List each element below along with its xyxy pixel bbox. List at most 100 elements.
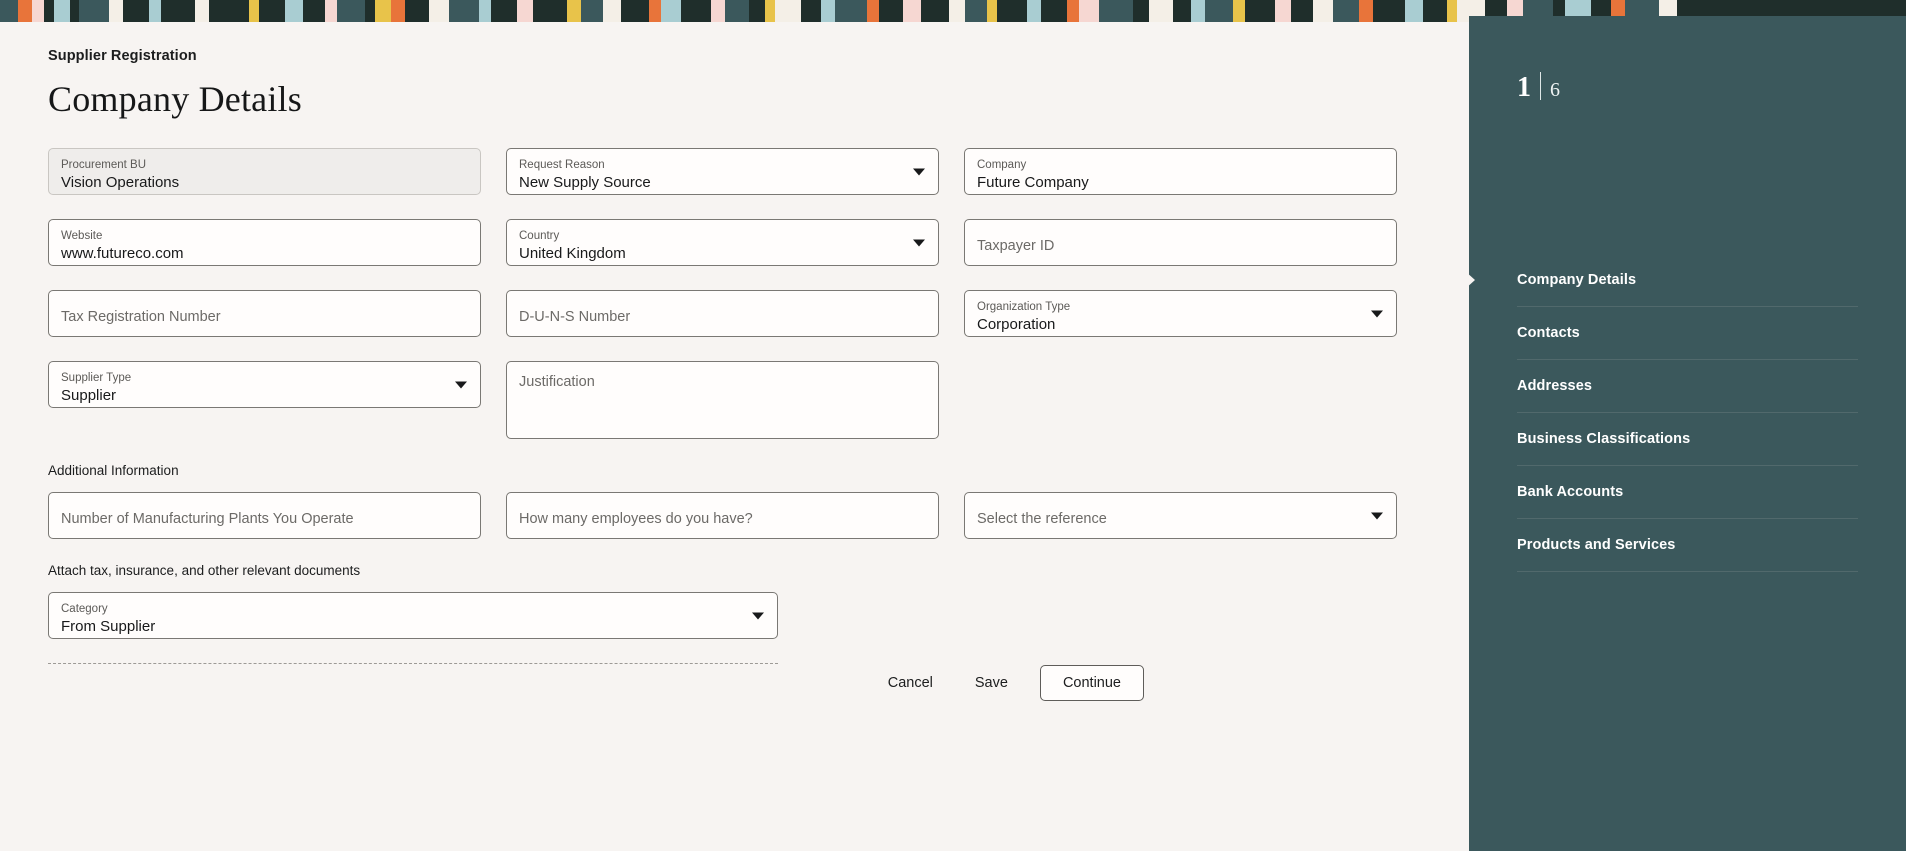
tax_registration_number-field[interactable]: Tax Registration Number bbox=[48, 290, 481, 337]
banner-block-3 bbox=[44, 0, 54, 22]
sidebar-item-bank-accounts[interactable]: Bank Accounts bbox=[1517, 466, 1858, 519]
form-col-spacer bbox=[964, 361, 1397, 439]
form-actions: Cancel Save Continue bbox=[870, 665, 1144, 701]
supplier_type-field[interactable]: Supplier Type Supplier bbox=[48, 361, 481, 408]
banner-block-8 bbox=[123, 0, 149, 22]
website-value: www.futureco.com bbox=[61, 245, 184, 262]
step-divider bbox=[1540, 72, 1541, 100]
sidebar-item-company-details[interactable]: Company Details bbox=[1465, 254, 1858, 307]
chevron-down-icon[interactable] bbox=[1371, 310, 1383, 317]
sidebar-item-contacts[interactable]: Contacts bbox=[1517, 307, 1858, 360]
taxpayer_id-placeholder: Taxpayer ID bbox=[977, 237, 1055, 254]
banner-block-31 bbox=[603, 0, 621, 22]
banner-block-58 bbox=[1149, 0, 1173, 22]
form-col-taxpayer_id: Taxpayer ID bbox=[964, 219, 1397, 266]
banner-block-24 bbox=[449, 0, 479, 22]
banner-block-2 bbox=[32, 0, 44, 22]
category-field[interactable]: Category From Supplier bbox=[48, 592, 778, 639]
banner-block-22 bbox=[405, 0, 429, 22]
sidebar-item-label: Bank Accounts bbox=[1517, 484, 1624, 500]
company-field[interactable]: Company Future Company bbox=[964, 148, 1397, 195]
chevron-down-icon[interactable] bbox=[1371, 512, 1383, 519]
taxpayer_id-field[interactable]: Taxpayer ID bbox=[964, 219, 1397, 266]
country-field[interactable]: Country United Kingdom bbox=[506, 219, 939, 266]
manufacturing_plants-field[interactable]: Number of Manufacturing Plants You Opera… bbox=[48, 492, 481, 539]
banner-block-64 bbox=[1275, 0, 1291, 22]
banner-block-48 bbox=[949, 0, 965, 22]
banner-block-71 bbox=[1423, 0, 1447, 22]
banner-block-67 bbox=[1333, 0, 1359, 22]
attachment-category-row: Category From Supplier bbox=[48, 592, 1469, 639]
banner-block-50 bbox=[987, 0, 997, 22]
sidebar-item-products-and-services[interactable]: Products and Services bbox=[1517, 519, 1858, 572]
continue-button[interactable]: Continue bbox=[1039, 665, 1144, 701]
banner-block-66 bbox=[1313, 0, 1333, 22]
country-value: United Kingdom bbox=[519, 245, 626, 262]
sidebar-item-business-classifications[interactable]: Business Classifications bbox=[1517, 413, 1858, 466]
company-value: Future Company bbox=[977, 174, 1089, 191]
banner-block-13 bbox=[249, 0, 259, 22]
banner-block-4 bbox=[54, 0, 70, 22]
banner-block-40 bbox=[775, 0, 801, 22]
sidebar-item-addresses[interactable]: Addresses bbox=[1517, 360, 1858, 413]
cancel-button[interactable]: Cancel bbox=[870, 666, 951, 700]
chevron-down-icon[interactable] bbox=[752, 612, 764, 619]
attachment-dropzone[interactable] bbox=[48, 663, 778, 664]
justification-placeholder: Justification bbox=[519, 374, 595, 390]
form-col-request_reason: Request Reason New Supply Source bbox=[506, 148, 939, 195]
banner-block-63 bbox=[1245, 0, 1275, 22]
chevron-down-icon[interactable] bbox=[455, 381, 467, 388]
additional-row-0: Number of Manufacturing Plants You Opera… bbox=[48, 492, 1469, 539]
banner-block-38 bbox=[749, 0, 765, 22]
banner-block-7 bbox=[109, 0, 123, 22]
banner-block-69 bbox=[1373, 0, 1405, 22]
banner-block-33 bbox=[649, 0, 661, 22]
form-col-company: Company Future Company bbox=[964, 148, 1397, 195]
form-col-procurement_bu: Procurement BU Vision Operations bbox=[48, 148, 481, 195]
reference-field[interactable]: Select the reference bbox=[964, 492, 1397, 539]
website-field[interactable]: Website www.futureco.com bbox=[48, 219, 481, 266]
form-col-supplier_type: Supplier Type Supplier bbox=[48, 361, 481, 439]
banner-block-44 bbox=[867, 0, 879, 22]
request_reason-field[interactable]: Request Reason New Supply Source bbox=[506, 148, 939, 195]
banner-block-35 bbox=[681, 0, 711, 22]
banner-block-26 bbox=[491, 0, 517, 22]
banner-block-70 bbox=[1405, 0, 1423, 22]
banner-block-11 bbox=[195, 0, 209, 22]
form-row-2: Tax Registration Number D-U-N-S Number Org… bbox=[48, 290, 1469, 337]
current-step: 1 bbox=[1517, 72, 1531, 103]
banner-block-68 bbox=[1359, 0, 1373, 22]
banner-block-21 bbox=[391, 0, 405, 22]
banner-block-45 bbox=[879, 0, 903, 22]
website-label: Website bbox=[61, 230, 103, 242]
supplier-registration-page: Supplier Registration Company Details Pr… bbox=[0, 0, 1906, 851]
form-col-tax_registration_number: Tax Registration Number bbox=[48, 290, 481, 337]
chevron-down-icon[interactable] bbox=[913, 239, 925, 246]
banner-block-61 bbox=[1205, 0, 1233, 22]
page-header: Supplier Registration Company Details bbox=[0, 22, 1469, 120]
save-button[interactable]: Save bbox=[957, 666, 1026, 700]
chevron-down-icon[interactable] bbox=[913, 168, 925, 175]
form-col-country: Country United Kingdom bbox=[506, 219, 939, 266]
organization_type-field[interactable]: Organization Type Corporation bbox=[964, 290, 1397, 337]
form-row-0: Procurement BU Vision Operations Request R… bbox=[48, 148, 1469, 195]
banner-block-51 bbox=[997, 0, 1027, 22]
breadcrumb: Supplier Registration bbox=[48, 48, 197, 64]
banner-block-32 bbox=[621, 0, 649, 22]
attachments-heading: Attach tax, insurance, and other relevan… bbox=[48, 563, 361, 578]
progress-sidebar: 1 6 Company Details Contacts Addresses Busi… bbox=[1465, 16, 1906, 851]
employee_count-field[interactable]: How many employees do you have? bbox=[506, 492, 939, 539]
form-col-manufacturing_plants: Number of Manufacturing Plants You Opera… bbox=[48, 492, 481, 539]
banner-block-6 bbox=[79, 0, 109, 22]
banner-block-53 bbox=[1041, 0, 1067, 22]
justification-field[interactable]: Justification bbox=[506, 361, 939, 439]
banner-block-62 bbox=[1233, 0, 1245, 22]
manufacturing_plants-placeholder: Number of Manufacturing Plants You Opera… bbox=[61, 510, 354, 527]
sidebar-item-label: Addresses bbox=[1517, 378, 1593, 394]
banner-block-46 bbox=[903, 0, 921, 22]
banner-block-34 bbox=[661, 0, 681, 22]
duns_number-field[interactable]: D-U-N-S Number bbox=[506, 290, 939, 337]
form-col-reference: Select the reference bbox=[964, 492, 1397, 539]
banner-block-29 bbox=[567, 0, 581, 22]
company-details-form: Procurement BU Vision Operations Request R… bbox=[0, 148, 1469, 664]
